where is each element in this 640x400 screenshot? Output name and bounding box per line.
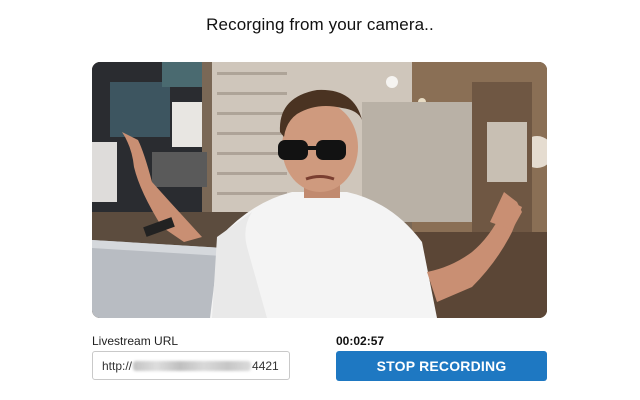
- url-suffix: 4421: [252, 358, 279, 373]
- stop-recording-button[interactable]: STOP RECORDING: [336, 351, 547, 381]
- url-prefix: http://: [102, 358, 133, 373]
- livestream-url-label: Livestream URL: [92, 334, 179, 348]
- recording-timer: 00:02:57: [336, 334, 385, 348]
- url-redacted-segment: [133, 360, 252, 371]
- page-title: Recorging from your camera..: [206, 15, 434, 34]
- camera-feed-image: [92, 62, 547, 318]
- livestream-url-field[interactable]: http:// 4421: [92, 351, 290, 380]
- camera-preview: [92, 62, 547, 318]
